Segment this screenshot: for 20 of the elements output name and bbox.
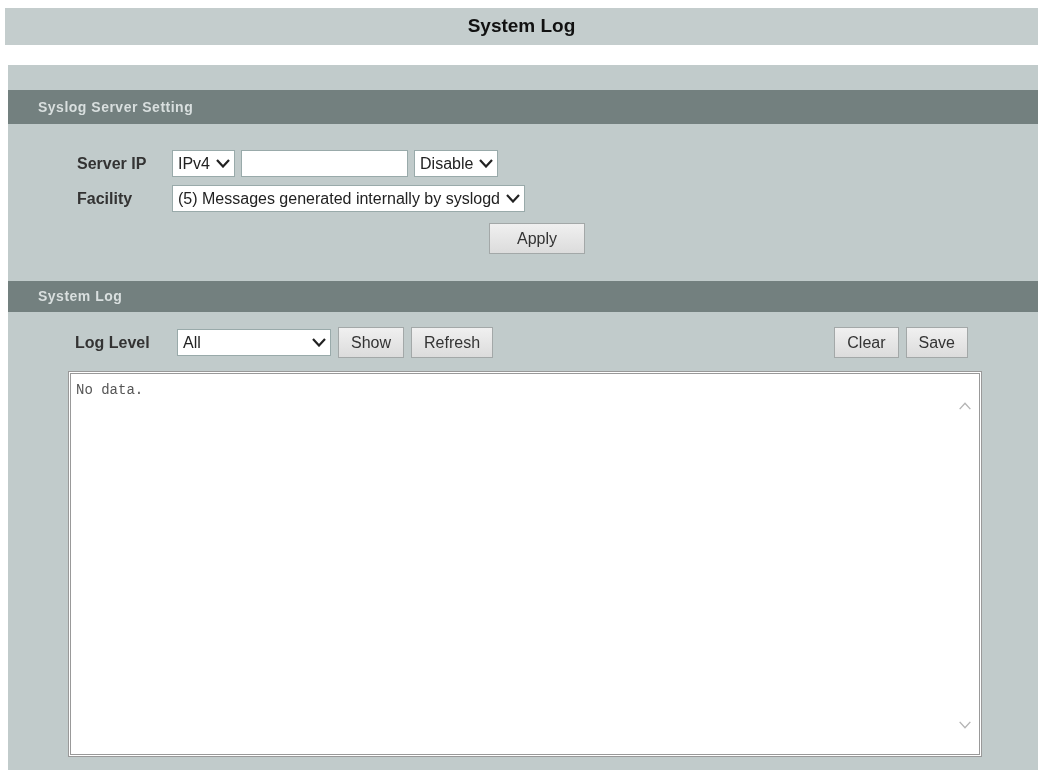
section-header: Syslog Server Setting — [8, 90, 1038, 124]
page-title: System Log — [5, 8, 1038, 45]
apply-button[interactable]: Apply — [489, 223, 585, 254]
mode-dropdown[interactable]: Disable — [414, 150, 499, 177]
caret-icon[interactable] — [312, 338, 326, 347]
save-button[interactable]: Save — [905, 327, 968, 358]
caret-icon[interactable] — [479, 159, 494, 168]
caret-icon[interactable] — [505, 194, 520, 203]
facility-dropdown[interactable]: (5) Messages generated internally by syslogd — [172, 185, 525, 212]
clear-button[interactable]: Clear — [834, 327, 899, 358]
show-button[interactable]: Show — [338, 327, 405, 358]
field-label: Server IP — [77, 153, 148, 174]
ip-address-field[interactable] — [241, 150, 408, 177]
section-header: System Log — [8, 281, 1038, 312]
field-label: Facility — [77, 188, 134, 209]
log-level-dropdown[interactable]: All — [177, 329, 331, 356]
ip-version-dropdown[interactable]: IPv4 — [172, 150, 235, 177]
caret-icon[interactable] — [216, 159, 230, 168]
refresh-button[interactable]: Refresh — [411, 327, 494, 358]
field-label: Log Level — [75, 332, 151, 353]
